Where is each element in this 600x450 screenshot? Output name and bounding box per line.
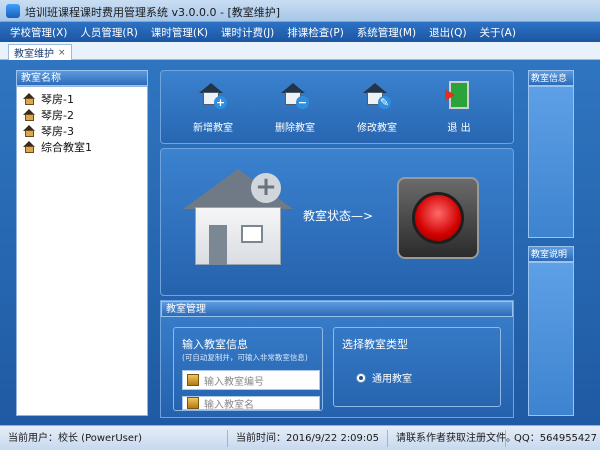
house-icon bbox=[23, 109, 36, 121]
list-item-label: 琴房-2 bbox=[41, 109, 74, 122]
tab-strip: 教室维护 × bbox=[0, 42, 600, 60]
delete-classroom-button[interactable]: − 删除教室 bbox=[265, 79, 325, 139]
classroom-type-option-label: 通用教室 bbox=[372, 374, 412, 385]
classroom-list-title: 教室名称 bbox=[16, 70, 148, 86]
classroom-number-placeholder: 输入教室编号 bbox=[204, 376, 264, 388]
qq-contact: QQ：564955427 bbox=[514, 432, 598, 444]
house-icon bbox=[23, 141, 36, 153]
status-bar: 当前用户：校长 (PowerUser) 当前时间：2016/9/22 2:09:… bbox=[0, 425, 600, 450]
list-item-label: 琴房-3 bbox=[41, 125, 74, 138]
classroom-status-label: 教室状态—> bbox=[303, 209, 374, 223]
menu-billing[interactable]: 课时计费(J) bbox=[221, 25, 274, 40]
classroom-list: 琴房-1 琴房-2 琴房-3 综合教室1 bbox=[16, 86, 148, 416]
classroom-list-panel: 教室名称 琴房-1 琴房-2 琴房-3 综合教室1 bbox=[16, 70, 148, 416]
classroom-info-title: 输入教室信息 bbox=[182, 338, 248, 351]
main-window: 培训班课程课时费用管理系统 v3.0.0.0 - [教室维护] 学校管理(X) … bbox=[0, 0, 600, 450]
list-item[interactable]: 琴房-3 bbox=[17, 123, 147, 139]
exit-button[interactable]: 退 出 bbox=[429, 79, 489, 139]
exit-door-icon bbox=[443, 79, 475, 111]
classroom-info-group: 输入教室信息 (可自动复制并，可输入非常教室信息) 输入教室编号 输入教室名 bbox=[173, 327, 323, 411]
edit-classroom-label: 修改教室 bbox=[357, 123, 397, 134]
house-icon bbox=[23, 93, 36, 105]
edit-house-icon: ✎ bbox=[361, 79, 393, 111]
classroom-info-box bbox=[528, 86, 574, 238]
classroom-info-hint: (可自动复制并，可输入非常教室信息) bbox=[182, 353, 308, 362]
tab-label: 教室维护 bbox=[14, 49, 54, 60]
current-user: 当前用户：校长 (PowerUser) bbox=[0, 429, 228, 447]
menu-bar: 学校管理(X) 人员管理(R) 课时管理(K) 课时计费(J) 排课检查(P) … bbox=[0, 22, 600, 42]
tab-classroom-maintenance[interactable]: 教室维护 × bbox=[8, 44, 72, 60]
menu-staff[interactable]: 人员管理(R) bbox=[80, 25, 138, 40]
classroom-management-panel: 教室管理 输入教室信息 (可自动复制并，可输入非常教室信息) 输入教室编号 输入… bbox=[160, 300, 514, 418]
window-title: 培训班课程课时费用管理系统 v3.0.0.0 - [教室维护] bbox=[25, 6, 281, 19]
menu-system[interactable]: 系统管理(M) bbox=[357, 25, 416, 40]
radio-selected-icon[interactable] bbox=[356, 372, 366, 383]
classroom-name-placeholder: 输入教室名 bbox=[204, 399, 254, 410]
add-classroom-label: 新增教室 bbox=[193, 123, 233, 134]
menu-school[interactable]: 学校管理(X) bbox=[10, 25, 67, 40]
field-icon bbox=[187, 397, 199, 409]
menu-exit[interactable]: 退出(Q) bbox=[429, 25, 466, 40]
title-bar: 培训班课程课时费用管理系统 v3.0.0.0 - [教室维护] bbox=[0, 0, 600, 22]
classroom-management-title: 教室管理 bbox=[161, 301, 513, 317]
classroom-description-title: 教室说明 bbox=[528, 246, 574, 262]
classroom-status-panel: + 教室状态—> bbox=[160, 148, 514, 296]
edit-classroom-button[interactable]: ✎ 修改教室 bbox=[347, 79, 407, 139]
menu-about[interactable]: 关于(A) bbox=[480, 25, 516, 40]
close-icon[interactable]: × bbox=[58, 48, 66, 58]
add-house-icon: + bbox=[197, 79, 229, 111]
content-area: 教室名称 琴房-1 琴房-2 琴房-3 综合教室1 + 新增教室 − 删除教室 … bbox=[0, 60, 600, 425]
classroom-number-input[interactable]: 输入教室编号 bbox=[182, 370, 320, 390]
list-item-label: 琴房-1 bbox=[41, 93, 74, 106]
add-classroom-button[interactable]: + 新增教室 bbox=[183, 79, 243, 139]
list-item[interactable]: 琴房-2 bbox=[17, 107, 147, 123]
classroom-type-group: 选择教室类型 通用教室 bbox=[333, 327, 501, 407]
delete-classroom-label: 删除教室 bbox=[275, 123, 315, 134]
classroom-info-panel-title: 教室信息 bbox=[528, 70, 574, 86]
list-item[interactable]: 琴房-1 bbox=[17, 91, 147, 107]
classroom-name-input[interactable]: 输入教室名 bbox=[182, 396, 320, 410]
classroom-type-title: 选择教室类型 bbox=[342, 338, 408, 351]
list-item-label: 综合教室1 bbox=[41, 141, 92, 154]
classroom-info-panel: 教室信息 bbox=[528, 70, 574, 238]
toolbar: + 新增教室 − 删除教室 ✎ 修改教室 退 出 bbox=[160, 70, 514, 144]
menu-schedule-check[interactable]: 排课检查(P) bbox=[287, 25, 344, 40]
list-item[interactable]: 综合教室1 bbox=[17, 139, 147, 155]
status-indicator-icon bbox=[397, 177, 479, 259]
field-icon bbox=[187, 374, 199, 386]
register-contact: 请联系作者获取注册文件。 bbox=[388, 429, 516, 447]
classroom-description-box bbox=[528, 262, 574, 416]
classroom-type-option[interactable]: 通用教室 bbox=[356, 370, 412, 385]
red-light-icon bbox=[412, 192, 464, 244]
current-time: 当前时间：2016/9/22 2:09:05 bbox=[228, 429, 388, 447]
menu-lessons[interactable]: 课时管理(K) bbox=[151, 25, 208, 40]
delete-house-icon: − bbox=[279, 79, 311, 111]
house-add-illustration-icon: + bbox=[183, 169, 293, 269]
exit-label: 退 出 bbox=[447, 123, 471, 134]
classroom-description-panel: 教室说明 bbox=[528, 246, 574, 416]
app-icon bbox=[6, 4, 20, 18]
house-icon bbox=[23, 125, 36, 137]
